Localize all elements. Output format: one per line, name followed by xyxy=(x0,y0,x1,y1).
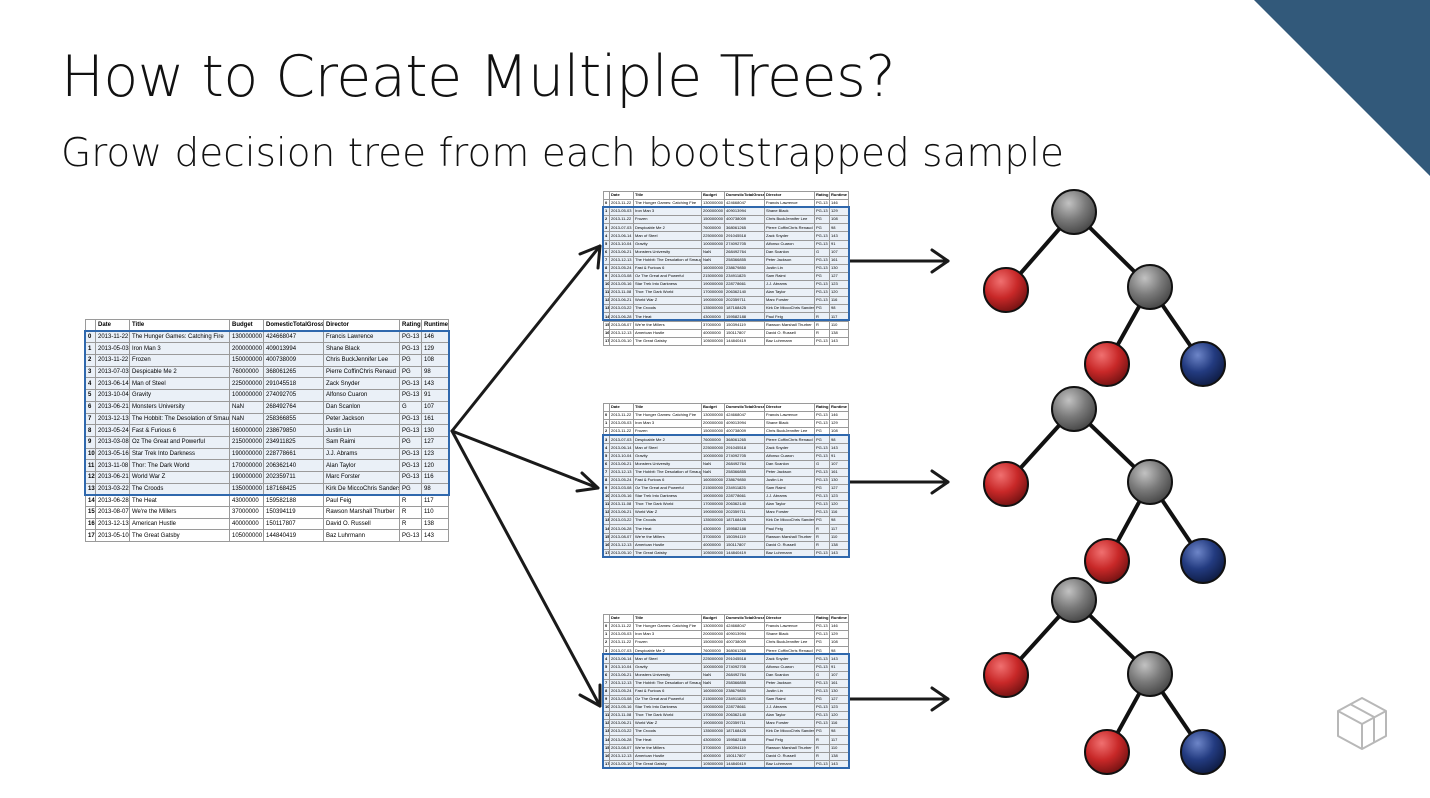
root-node xyxy=(1051,189,1097,235)
arrow-icon xyxy=(848,248,950,274)
internal-node xyxy=(1127,264,1173,310)
root-node xyxy=(1051,386,1097,432)
leaf-node-blue xyxy=(1180,729,1226,775)
arrow-icon xyxy=(848,469,950,495)
internal-node xyxy=(1127,459,1173,505)
leaf-node-blue xyxy=(1180,538,1226,584)
arrow-icon xyxy=(450,429,600,493)
leaf-node-red xyxy=(983,652,1029,698)
decision-tree-2 xyxy=(983,386,1226,584)
sample-arrows xyxy=(450,244,602,708)
leaf-node-red xyxy=(983,267,1029,313)
root-node xyxy=(1051,577,1097,623)
leaf-node-red xyxy=(1084,538,1130,584)
leaf-node-red xyxy=(983,461,1029,507)
decision-tree-3 xyxy=(983,577,1226,775)
diagram-graphics xyxy=(450,189,1387,775)
leaf-node-red xyxy=(1084,729,1130,775)
internal-node xyxy=(1127,651,1173,697)
tree-arrows xyxy=(848,248,950,712)
arrow-icon xyxy=(450,244,602,433)
decision-tree-1 xyxy=(983,189,1226,387)
arrow-icon xyxy=(848,686,950,712)
leaf-node-blue xyxy=(1180,341,1226,387)
cube-logo-icon xyxy=(1337,697,1387,750)
arrow-icon xyxy=(450,429,602,708)
leaf-node-red xyxy=(1084,341,1130,387)
